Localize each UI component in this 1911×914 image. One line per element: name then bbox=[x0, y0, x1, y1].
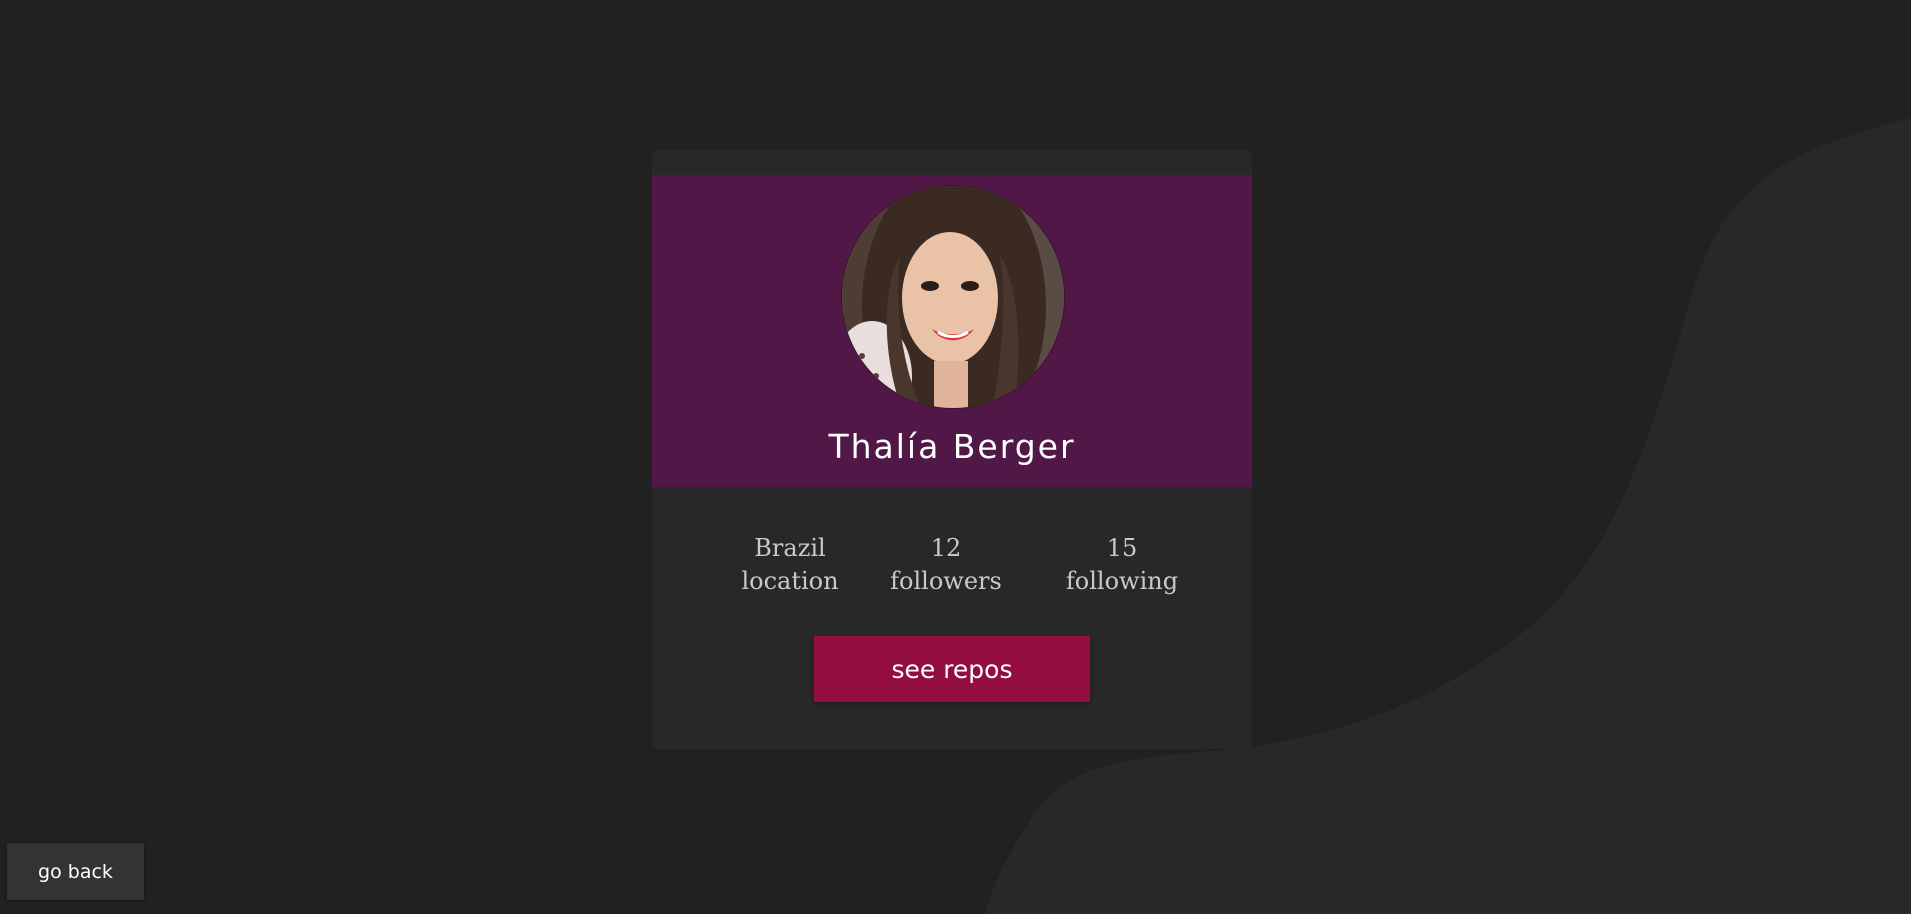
profile-card: Thalía Berger Brazil location 12 followe… bbox=[652, 150, 1252, 749]
stat-location: Brazil location bbox=[720, 532, 860, 598]
followers-value: 12 bbox=[930, 534, 962, 562]
avatar bbox=[841, 185, 1065, 409]
profile-header: Thalía Berger bbox=[652, 175, 1252, 487]
see-repos-button[interactable]: see repos bbox=[814, 636, 1090, 702]
profile-name: Thalía Berger bbox=[828, 427, 1076, 466]
following-label: following bbox=[1065, 567, 1179, 595]
followers-label: followers bbox=[890, 567, 1002, 595]
stat-following: 15 following bbox=[1052, 532, 1192, 598]
portrait-photo-icon bbox=[842, 186, 1064, 408]
go-back-button[interactable]: go back bbox=[7, 843, 144, 900]
profile-page: Thalía Berger Brazil location 12 followe… bbox=[0, 0, 1911, 914]
stat-followers: 12 followers bbox=[876, 532, 1016, 598]
location-value: Brazil bbox=[754, 534, 826, 562]
following-value: 15 bbox=[1106, 534, 1138, 562]
profile-stats: Brazil location 12 followers 15 followin… bbox=[652, 532, 1252, 602]
location-label: location bbox=[741, 567, 839, 595]
